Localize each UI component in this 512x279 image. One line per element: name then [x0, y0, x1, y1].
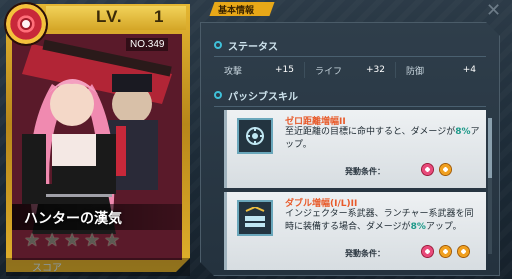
level-value: 1 [154, 7, 164, 26]
condition-orange-icon[interactable] [457, 245, 470, 258]
stat-value: +15 [275, 65, 294, 75]
tab-basic-info-label[interactable]: 基本情報 [218, 3, 254, 16]
stat-life: ライフ +32 [305, 62, 396, 78]
stats-row: 攻撃 +15 ライフ +32 防御 +4 [214, 62, 486, 78]
skill-card[interactable]: ダブル増幅(I/L)II インジェクター系武器、ランチャー系武器を同時に装備する… [224, 192, 486, 270]
double-weapon-icon [237, 200, 273, 236]
stat-name: 攻撃 [224, 66, 243, 77]
condition-pink-icon[interactable] [421, 245, 434, 258]
section-bullet-icon [214, 91, 222, 99]
condition-orange-icon[interactable] [439, 163, 452, 176]
skill-description: インジェクター系武器、ランチャー系武器を同時に装備する場合、ダメージが8%アップ… [285, 209, 474, 232]
passive-section-header: パッシブスキル [214, 86, 298, 104]
skill-card[interactable]: ゼロ距離増幅II 至近距離の目標に命中すると、ダメージが8%アップ。 発動条件： [224, 110, 486, 188]
stat-value: +4 [462, 65, 476, 75]
star-icon: ★ [44, 230, 61, 251]
star-icon: ★ [84, 230, 101, 251]
stat-value: +32 [366, 65, 385, 75]
stat-attack: 攻撃 +15 [214, 62, 305, 78]
star-icon: ★ [104, 230, 121, 251]
stat-defense: 防御 +4 [396, 62, 486, 78]
star-rating: ★ ★ ★ ★ ★ [24, 232, 122, 250]
condition-pink-icon[interactable] [421, 163, 434, 176]
card-number: NO.349 [126, 38, 169, 51]
divider [214, 56, 486, 57]
skill-description: 至近距離の目標に命中すると、ダメージが8%アップ。 [285, 127, 480, 150]
character-card[interactable]: LV. 1 NO.349 ハンターの漢気 ★ ★ ★ ★ ★ スコア [2, 0, 192, 279]
status-section-header: ステータス [214, 36, 278, 54]
card-name: ハンターの漢気 [24, 211, 122, 227]
passive-title: パッシブスキル [228, 91, 298, 103]
star-icon: ★ [64, 230, 81, 251]
close-icon[interactable]: ✕ [486, 0, 506, 21]
condition-label: 発動条件： [345, 167, 385, 176]
condition-label: 発動条件： [345, 249, 385, 258]
star-icon: ★ [24, 230, 41, 251]
score-label: スコア [32, 263, 62, 274]
target-hit-icon [237, 118, 273, 154]
section-bullet-icon [214, 41, 222, 49]
stat-name: ライフ [315, 66, 343, 77]
scrollbar-thumb[interactable] [488, 118, 492, 178]
stat-name: 防御 [406, 66, 425, 77]
skill-highlight: 8% [455, 127, 471, 137]
level-label: LV. [96, 7, 123, 26]
rarity-emblem-icon [4, 2, 48, 46]
skill-highlight: 8% [410, 222, 426, 232]
condition-orange-icon[interactable] [439, 245, 452, 258]
status-title: ステータス [228, 41, 278, 53]
divider [214, 106, 486, 107]
